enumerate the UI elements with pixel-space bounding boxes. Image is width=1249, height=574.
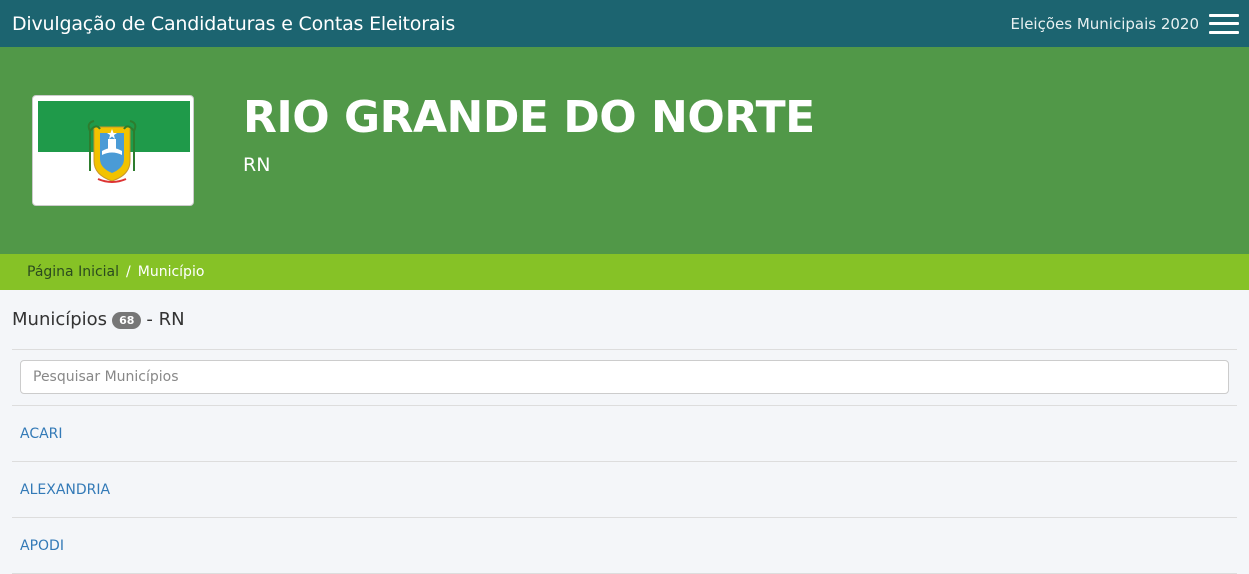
top-navbar: Divulgação de Candidaturas e Contas Elei… (0, 0, 1249, 47)
municipalities-title: Municípios (12, 309, 108, 330)
breadcrumb: Página Inicial / Município (0, 254, 1249, 290)
state-abbreviation: RN (243, 154, 271, 176)
state-name-title: RIO GRANDE DO NORTE (243, 92, 815, 143)
state-flag-icon (32, 95, 194, 206)
municipalities-heading: Municípios 68 - RN (12, 290, 1237, 350)
breadcrumb-separator: / (126, 264, 131, 280)
municipality-item-acari[interactable]: ACARI (12, 406, 1237, 462)
main-content: Municípios 68 - RN ACARI ALEXANDRIA APOD… (0, 290, 1249, 574)
breadcrumb-current: Município (137, 264, 205, 280)
state-header: RIO GRANDE DO NORTE RN (0, 47, 1249, 254)
app-title[interactable]: Divulgação de Candidaturas e Contas Elei… (12, 13, 455, 35)
municipality-item-alexandria[interactable]: ALEXANDRIA (12, 462, 1237, 518)
search-container (12, 350, 1237, 406)
navbar-right: Eleições Municipais 2020 (1010, 13, 1239, 34)
state-suffix: - RN (146, 309, 185, 330)
election-label: Eleições Municipais 2020 (1010, 14, 1199, 33)
hamburger-menu-icon[interactable] (1209, 13, 1239, 34)
breadcrumb-home-link[interactable]: Página Inicial (27, 264, 119, 280)
municipality-item-apodi[interactable]: APODI (12, 518, 1237, 574)
count-badge: 68 (112, 312, 142, 329)
search-municipalities-input[interactable] (20, 360, 1229, 394)
